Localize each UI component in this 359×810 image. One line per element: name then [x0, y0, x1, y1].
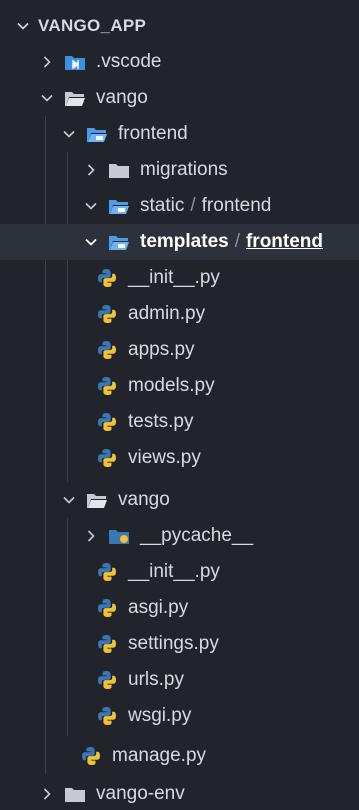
python-icon	[96, 447, 118, 469]
tree-item-label: vango-env	[96, 783, 185, 805]
tree-item-frontend[interactable]: frontend	[0, 116, 359, 152]
python-icon	[96, 597, 118, 619]
chevron-right-icon	[36, 51, 58, 73]
path-separator: /	[190, 195, 196, 217]
pycache-folder-icon	[108, 525, 130, 547]
tree-item-label: templates	[140, 231, 229, 253]
folder-icon	[64, 783, 86, 805]
python-icon	[96, 633, 118, 655]
tree-item-label: settings.py	[128, 633, 219, 655]
tree-item-pycache[interactable]: __pycache__	[0, 518, 359, 554]
tree-item-templates[interactable]: templates / frontend	[0, 224, 359, 261]
tree-item-label: .vscode	[96, 51, 162, 73]
python-icon	[96, 267, 118, 289]
vscode-folder-icon	[64, 51, 86, 73]
chevron-right-icon	[80, 525, 102, 547]
tree-item-file[interactable]: asgi.py	[0, 590, 359, 626]
special-folder-open-icon	[108, 195, 130, 217]
tree-item-label: migrations	[140, 159, 228, 181]
tree-item-file[interactable]: admin.py	[0, 296, 359, 332]
tree-item-label: asgi.py	[128, 597, 189, 619]
python-icon	[96, 411, 118, 433]
tree-item-file[interactable]: __init__.py	[0, 554, 359, 590]
chevron-right-icon	[36, 783, 58, 805]
chevron-down-icon	[58, 123, 80, 145]
tree-item-file[interactable]: apps.py	[0, 332, 359, 368]
tree-item-static[interactable]: static / frontend	[0, 188, 359, 224]
chevron-down-icon	[12, 15, 34, 37]
folder-open-icon	[64, 87, 86, 109]
tree-item-vscode[interactable]: .vscode	[0, 44, 359, 80]
tree-item-label: tests.py	[128, 411, 194, 433]
python-icon	[96, 669, 118, 691]
tree-item-label: apps.py	[128, 339, 195, 361]
tree-item-label: __init__.py	[128, 267, 220, 289]
tree-item-label: static	[140, 195, 185, 217]
tree-item-file[interactable]: urls.py	[0, 662, 359, 698]
tree-item-migrations[interactable]: migrations	[0, 152, 359, 188]
chevron-down-icon	[58, 489, 80, 511]
tree-item-label: vango	[118, 489, 170, 511]
file-explorer: VANGO_APP .vscode vango frontend migrati…	[0, 0, 359, 810]
python-icon	[96, 561, 118, 583]
chevron-right-icon	[80, 159, 102, 181]
chevron-down-icon	[36, 87, 58, 109]
tree-item-vango[interactable]: vango	[0, 80, 359, 116]
python-icon	[80, 745, 102, 767]
tree-item-vango-inner[interactable]: vango	[0, 482, 359, 518]
explorer-root-label: VANGO_APP	[38, 16, 147, 36]
python-icon	[96, 705, 118, 727]
tree-item-label: models.py	[128, 375, 215, 397]
tree-item-file[interactable]: tests.py	[0, 404, 359, 440]
tree-item-label: urls.py	[128, 669, 184, 691]
python-icon	[96, 339, 118, 361]
folder-open-icon	[86, 489, 108, 511]
tree-item-file[interactable]: settings.py	[0, 626, 359, 662]
tree-item-label: __pycache__	[140, 525, 254, 547]
tree-item-vango-env[interactable]: vango-env	[0, 776, 359, 810]
tree-item-file[interactable]: __init__.py	[0, 260, 359, 296]
tree-item-label: vango	[96, 87, 148, 109]
tree-item-file[interactable]: views.py	[0, 440, 359, 476]
explorer-root-header[interactable]: VANGO_APP	[0, 8, 359, 44]
tree-item-file[interactable]: manage.py	[0, 738, 359, 774]
python-icon	[96, 303, 118, 325]
tree-item-label: admin.py	[128, 303, 206, 325]
tree-item-label: __init__.py	[128, 561, 220, 583]
tree-item-file[interactable]: models.py	[0, 368, 359, 404]
tree-item-label: views.py	[128, 447, 201, 469]
special-folder-open-icon	[86, 123, 108, 145]
tree-item-label: wsgi.py	[128, 705, 192, 727]
path-separator: /	[234, 231, 240, 253]
folder-icon	[108, 159, 130, 181]
chevron-down-icon	[80, 195, 102, 217]
python-icon	[96, 375, 118, 397]
tree-item-file[interactable]: wsgi.py	[0, 698, 359, 734]
tree-item-label: manage.py	[112, 745, 207, 767]
special-folder-open-icon	[108, 231, 130, 253]
tree-item-sublabel: frontend	[201, 195, 272, 217]
tree-item-sublabel: frontend	[245, 231, 324, 253]
tree-item-label: frontend	[118, 123, 188, 145]
chevron-down-icon	[80, 231, 102, 253]
